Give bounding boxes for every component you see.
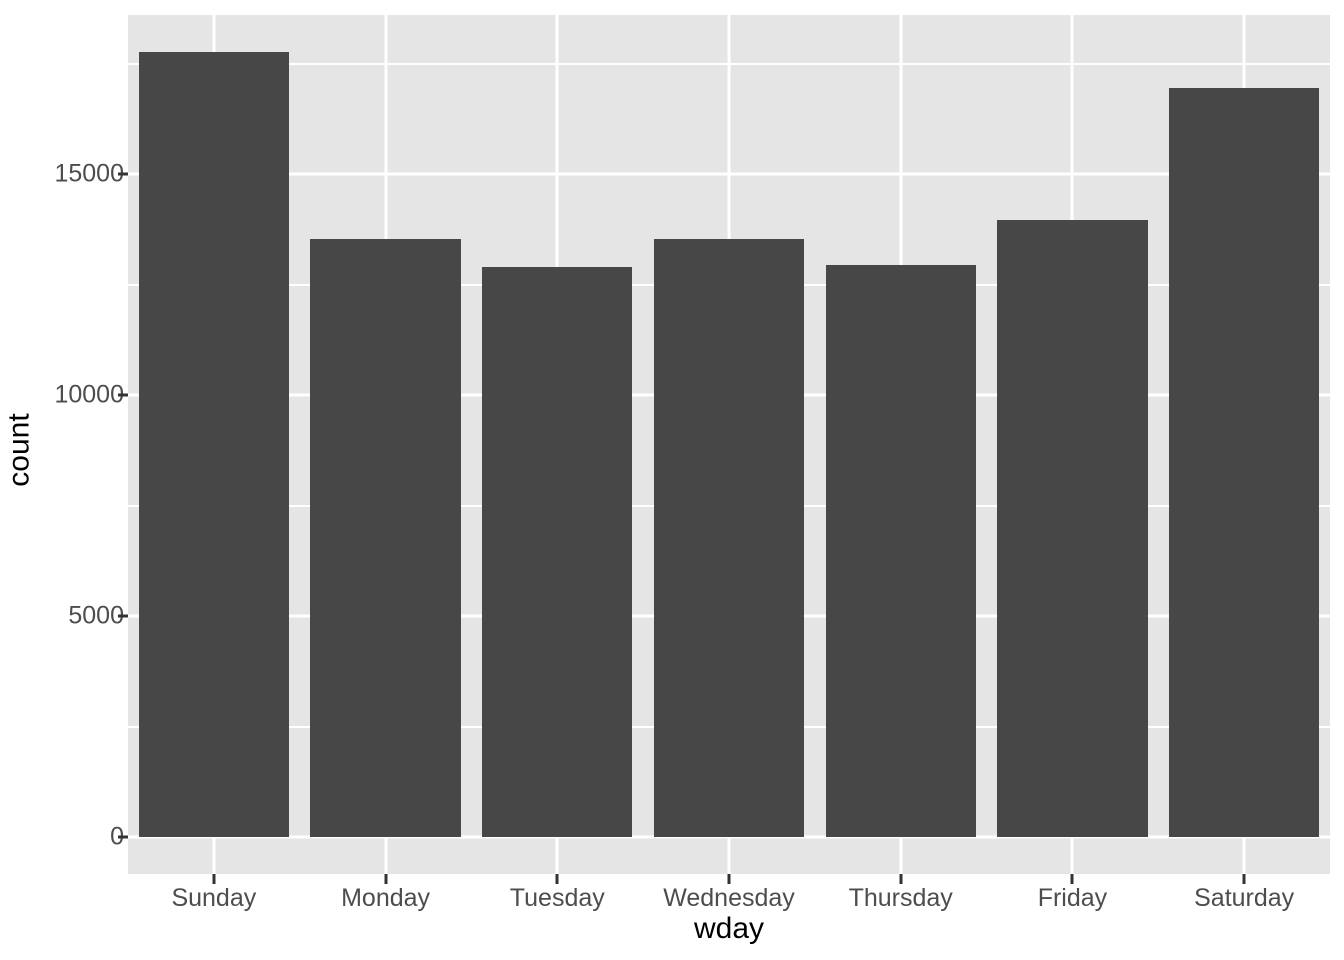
x-tick-mark (212, 874, 216, 884)
x-tick-mark (727, 874, 731, 884)
bar-chart: count 050001000015000 SundayMondayTuesda… (0, 0, 1344, 960)
x-tick-mark (1070, 874, 1074, 884)
bar-friday (997, 219, 1148, 837)
bar-tuesday (482, 266, 633, 837)
x-tick-mark (384, 874, 388, 884)
bar-sunday (138, 52, 289, 837)
y-tick-label: 10000 (54, 380, 124, 409)
x-tick-label-sunday: Sunday (171, 884, 257, 912)
x-tick-label-friday: Friday (1037, 884, 1108, 912)
y-tick-mark (118, 172, 128, 176)
bar-monday (310, 238, 461, 837)
y-tick-mark (118, 835, 128, 839)
x-tick-label-tuesday: Tuesday (509, 884, 605, 912)
x-tick-mark (555, 874, 559, 884)
y-tick-label: 15000 (54, 159, 124, 188)
x-tick-label-wednesday: Wednesday (663, 884, 795, 912)
x-axis-title: wday (693, 912, 765, 945)
x-tick-label-thursday: Thursday (848, 884, 953, 912)
y-axis-title-text: count (3, 413, 37, 487)
bar-thursday (825, 265, 976, 837)
y-tick-mark (118, 614, 128, 618)
x-tick-mark (1242, 874, 1246, 884)
bar-saturday (1169, 87, 1320, 837)
x-tick-label-saturday: Saturday (1194, 884, 1295, 912)
y-tick-label: 5000 (68, 601, 124, 630)
bar-wednesday (653, 238, 805, 837)
plot-panel (128, 15, 1330, 874)
x-tick-mark (899, 874, 903, 884)
x-tick-label-monday: Monday (341, 884, 431, 912)
y-tick-mark (118, 393, 128, 397)
y-axis-title: count (0, 0, 40, 900)
